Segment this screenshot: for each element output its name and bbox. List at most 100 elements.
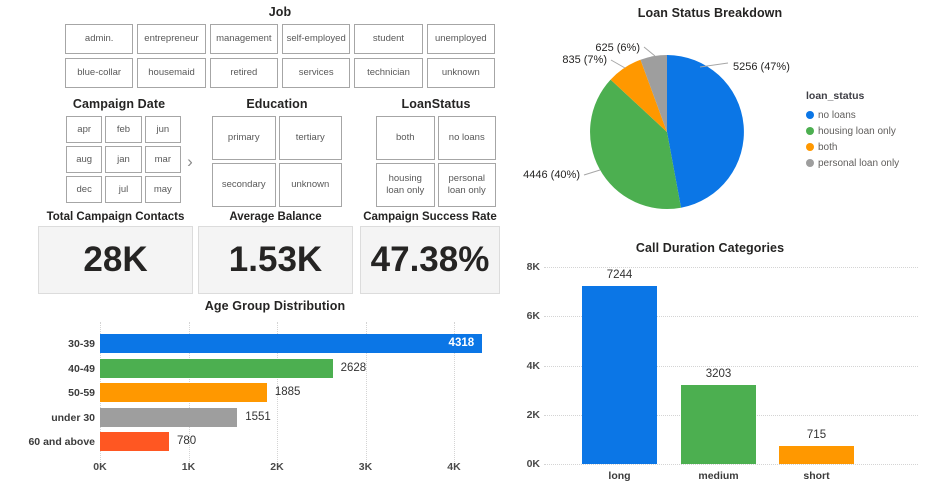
- legend-item-label: personal loan only: [818, 157, 900, 169]
- call-y-tick: 0K: [526, 458, 540, 470]
- pie-data-label: 4446 (40%): [523, 169, 580, 181]
- age-x-tick: 3K: [358, 461, 373, 473]
- age-x-tick: 0K: [93, 461, 107, 473]
- legend-item-both[interactable]: both: [806, 139, 899, 155]
- age-category-label: 60 and above: [28, 436, 95, 448]
- legend-dot-icon: [806, 111, 814, 119]
- job-slicer-option[interactable]: unemployed: [426, 24, 495, 54]
- call-category-label: medium: [698, 470, 739, 482]
- job-slicer-option[interactable]: housemaid: [137, 58, 206, 88]
- kpi-success-rate-label: Campaign Success Rate: [363, 211, 497, 223]
- job-slicer-option[interactable]: management: [209, 24, 278, 54]
- job-slicer: admin. entrepreneur management self-employe…: [65, 24, 495, 88]
- kpi-total-contacts-value: 28K: [38, 226, 193, 294]
- pie-data-label: 5256 (47%): [733, 61, 790, 73]
- legend-item-label: no loans: [818, 109, 856, 121]
- job-slicer-option[interactable]: self-employed: [282, 24, 351, 54]
- job-slicer-option[interactable]: student: [354, 24, 423, 54]
- dashboard: Job admin. entrepreneur management self-emp…: [0, 0, 934, 483]
- age-x-tick: 2K: [270, 461, 284, 473]
- pie-legend-title: loan_status: [806, 90, 865, 102]
- kpi-average-balance-label: Average Balance: [229, 211, 322, 223]
- age-bar-value: 1551: [245, 410, 271, 423]
- pie-chart-title: Loan Status Breakdown: [637, 6, 783, 20]
- call-bar-long[interactable]: [582, 285, 657, 464]
- age-bar-40-49[interactable]: [100, 358, 333, 378]
- call-bar-value: 7244: [606, 268, 633, 281]
- legend-dot-icon: [806, 127, 814, 135]
- job-slicer-option[interactable]: entrepreneur: [137, 24, 206, 54]
- legend-dot-icon: [806, 159, 814, 167]
- call-y-tick: 2K: [526, 408, 540, 421]
- campaign-date-slicer-option[interactable]: apr: [66, 116, 103, 143]
- kpi-total-contacts-label: Total Campaign Contacts: [46, 211, 185, 223]
- legend-item-housing-loan-only[interactable]: housing loan only: [806, 123, 899, 139]
- age-group-bar-chart: 30-39 4318 40-49 2628 50-59 1885 under 30 1551 6…: [0, 316, 520, 483]
- education-slicer-option[interactable]: tertiary: [278, 116, 342, 160]
- chevron-right-icon[interactable]: ›: [183, 147, 197, 177]
- campaign-date-slicer-option[interactable]: aug: [66, 146, 103, 173]
- job-slicer-title: Job: [268, 5, 292, 19]
- age-bar-value: 4318: [448, 337, 475, 349]
- pie-data-label: 625 (6%): [595, 42, 640, 54]
- age-category-label: 50-59: [68, 387, 95, 399]
- age-bar-under-30[interactable]: [100, 407, 238, 427]
- pie-slice-no-loans[interactable]: [667, 55, 744, 208]
- loan-status-slicer-option[interactable]: personal loan only: [437, 163, 496, 207]
- education-slicer-option[interactable]: unknown: [278, 163, 342, 207]
- loan-status-slicer-title: LoanStatus: [401, 97, 471, 111]
- call-bar-short[interactable]: [779, 446, 854, 464]
- campaign-date-slicer-title: Campaign Date: [72, 97, 166, 111]
- call-y-tick: 8K: [526, 261, 540, 273]
- age-category-label: 40-49: [68, 362, 95, 375]
- pie-label-line: [643, 46, 656, 57]
- call-bar-medium[interactable]: [681, 385, 756, 464]
- call-bar-value: 3203: [705, 368, 732, 381]
- age-bar-value: 2628: [340, 361, 367, 374]
- age-bar-value: 780: [177, 435, 197, 447]
- call-y-tick: 4K: [526, 359, 540, 372]
- legend-item-label: housing loan only: [818, 125, 896, 137]
- campaign-date-slicer-option[interactable]: jan: [105, 146, 142, 173]
- pie-label-line: [610, 59, 626, 69]
- call-category-label: long: [608, 470, 631, 482]
- job-slicer-option[interactable]: blue-collar: [65, 58, 134, 88]
- call-duration-bar-chart: 0K 2K 4K 6K 8K 7244 long 3203 medium 715 short: [520, 230, 934, 483]
- campaign-date-slicer-option[interactable]: mar: [144, 146, 181, 173]
- campaign-date-slicer-option[interactable]: jul: [105, 176, 142, 203]
- job-slicer-option[interactable]: admin.: [65, 24, 134, 54]
- campaign-date-slicer: apr feb jun aug jan mar dec jul may: [66, 116, 181, 203]
- loan-status-slicer: both no loans housing loan only personal lo…: [376, 116, 496, 207]
- education-slicer-title: Education: [246, 97, 308, 111]
- education-slicer-option[interactable]: primary: [212, 116, 276, 160]
- job-slicer-option[interactable]: technician: [354, 58, 423, 88]
- legend-item-no-loans[interactable]: no loans: [806, 107, 899, 123]
- pie-label-line: [583, 169, 601, 176]
- age-x-tick: 1K: [181, 461, 196, 473]
- age-bar-50-59[interactable]: [100, 383, 267, 402]
- age-bar-30-39[interactable]: [100, 334, 483, 353]
- campaign-date-slicer-option[interactable]: jun: [144, 116, 181, 143]
- loan-status-slicer-option[interactable]: no loans: [437, 116, 496, 160]
- call-bar-value: 715: [806, 429, 827, 442]
- loan-status-pie-chart: 5256 (47%) 4446 (40%) 835 (7%)625 (6%): [523, 42, 790, 209]
- call-chart-gridline: [544, 464, 918, 465]
- loan-status-slicer-option[interactable]: housing loan only: [376, 163, 435, 207]
- education-slicer: primary tertiary secondary unknown: [212, 116, 342, 207]
- job-slicer-option[interactable]: retired: [209, 58, 278, 88]
- campaign-date-slicer-option[interactable]: feb: [105, 116, 142, 143]
- education-slicer-option[interactable]: secondary: [212, 163, 276, 207]
- age-category-label: under 30: [51, 411, 95, 424]
- age-bar-60-and-above[interactable]: [100, 432, 170, 451]
- kpi-success-rate-value: 47.38%: [360, 226, 500, 294]
- call-category-label: short: [803, 470, 830, 482]
- loan-status-slicer-option[interactable]: both: [376, 116, 435, 160]
- kpi-average-balance-value: 1.53K: [198, 226, 353, 294]
- job-slicer-option[interactable]: services: [282, 58, 351, 88]
- job-slicer-option[interactable]: unknown: [426, 58, 495, 88]
- age-x-tick: 4K: [447, 461, 461, 473]
- campaign-date-slicer-option[interactable]: may: [144, 176, 181, 203]
- legend-item-label: both: [818, 141, 838, 153]
- campaign-date-slicer-option[interactable]: dec: [66, 176, 103, 203]
- legend-item-personal-loan-only[interactable]: personal loan only: [806, 155, 899, 171]
